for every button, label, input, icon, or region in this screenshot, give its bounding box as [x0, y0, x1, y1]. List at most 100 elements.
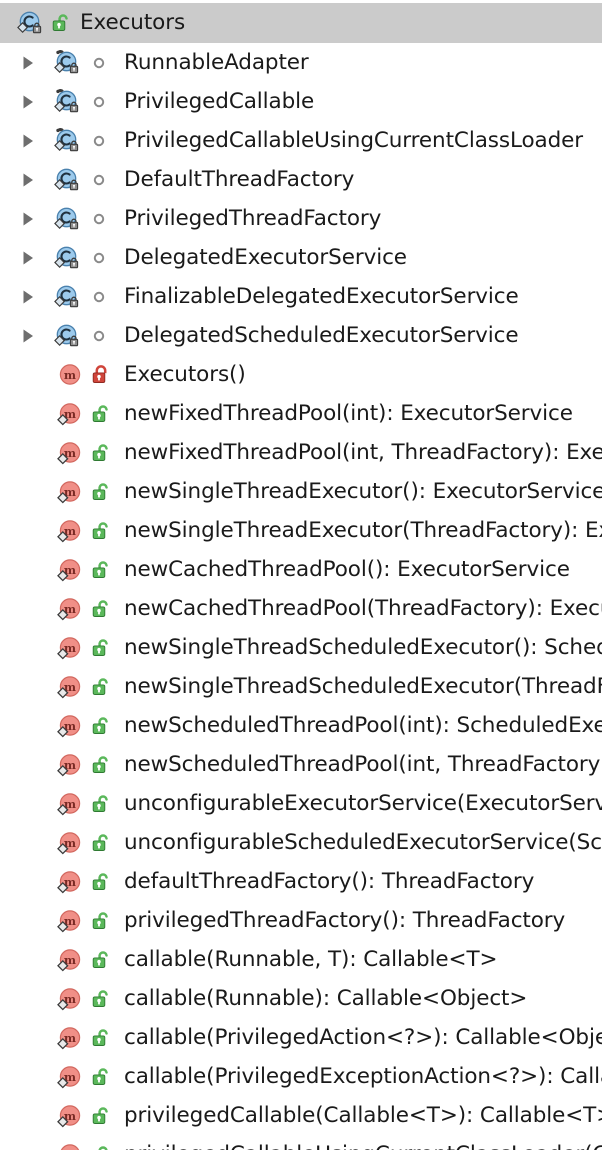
tree-row[interactable]: m callable(PrivilegedAction<?>): Callable… — [0, 1018, 602, 1057]
tree-row-label: defaultThreadFactory(): ThreadFactory — [124, 868, 535, 894]
class-icon — [53, 166, 81, 194]
unlocked-green-icon — [90, 1144, 112, 1150]
tree-row-header-executors[interactable]: Executors — [0, 3, 602, 43]
unlocked-green-icon — [90, 559, 112, 581]
method-icon: m — [56, 673, 84, 701]
method-icon: m — [56, 595, 84, 623]
method-icon: m — [56, 556, 84, 584]
tree-row[interactable]: RunnableAdapter — [0, 43, 602, 82]
unlocked-green-icon — [90, 1066, 112, 1088]
class-icon — [53, 205, 81, 233]
static-circle-icon — [92, 251, 106, 265]
expand-triangle-icon[interactable] — [19, 210, 37, 228]
unlocked-green-icon — [90, 1105, 112, 1127]
tree-row[interactable]: m newSingleThreadExecutor(): ExecutorServ… — [0, 472, 602, 511]
tree-row-label: DelegatedExecutorService — [124, 244, 407, 270]
method-icon: m — [56, 361, 84, 389]
expand-triangle-icon[interactable] — [19, 171, 37, 189]
tree-row[interactable]: DefaultThreadFactory — [0, 160, 602, 199]
tree-row-label: RunnableAdapter — [124, 49, 309, 75]
tree-row[interactable]: FinalizableDelegatedExecutorService — [0, 277, 602, 316]
tree-row[interactable]: m defaultThreadFactory(): ThreadFactory — [0, 862, 602, 901]
tree-row[interactable]: m callable(Runnable, T): Callable<T> — [0, 940, 602, 979]
method-icon: m — [56, 907, 84, 935]
tree-row-label: newScheduledThreadPool(int): ScheduledEx… — [124, 712, 602, 738]
unlocked-green-icon — [90, 910, 112, 932]
expand-triangle-icon[interactable] — [19, 54, 37, 72]
unlocked-green-icon — [90, 832, 112, 854]
method-icon: m — [56, 946, 84, 974]
method-icon: m — [56, 478, 84, 506]
static-circle-icon — [92, 173, 106, 187]
tree-row-label: callable(PrivilegedAction<?>): Callable<… — [124, 1024, 602, 1050]
tree-row-label: Executors — [80, 10, 186, 36]
unlocked-green-icon — [90, 988, 112, 1010]
tree-row[interactable]: m callable(PrivilegedExceptionAction<?>):… — [0, 1057, 602, 1096]
tree-row-label: callable(Runnable, T): Callable<T> — [124, 946, 498, 972]
tree-row-label: callable(Runnable): Callable<Object> — [124, 985, 528, 1011]
method-icon: m — [56, 517, 84, 545]
tree-row[interactable]: m newSingleThreadExecutor(ThreadFactory):… — [0, 511, 602, 550]
method-icon: m — [56, 712, 84, 740]
tree-row[interactable]: m privilegedCallableUsingCurrentClassLoad… — [0, 1135, 602, 1150]
static-circle-icon — [92, 56, 106, 70]
tree-row-label: DelegatedScheduledExecutorService — [124, 322, 519, 348]
tree-row[interactable]: PrivilegedCallable — [0, 82, 602, 121]
class-icon — [53, 88, 81, 116]
tree-row[interactable]: m unconfigurableExecutorService(ExecutorS… — [0, 784, 602, 823]
tree-row-label: newSingleThreadScheduledExecutor(ThreadF… — [124, 673, 602, 699]
unlocked-green-icon — [90, 481, 112, 503]
tree-row-label: privilegedThreadFactory(): ThreadFactory — [124, 907, 566, 933]
method-icon: m — [56, 868, 84, 896]
unlocked-green-icon — [90, 1027, 112, 1049]
tree-row[interactable]: m newScheduledThreadPool(int, ThreadFacto… — [0, 745, 602, 784]
class-icon — [53, 127, 81, 155]
tree-row[interactable]: DelegatedScheduledExecutorService — [0, 316, 602, 355]
tree-row-label: newCachedThreadPool(ThreadFactory): Exec… — [124, 595, 602, 621]
tree-row[interactable]: DelegatedExecutorService — [0, 238, 602, 277]
tree-row[interactable]: m newScheduledThreadPool(int): ScheduledE… — [0, 706, 602, 745]
unlocked-green-icon — [90, 715, 112, 737]
unlocked-green-icon — [90, 871, 112, 893]
expand-triangle-icon[interactable] — [19, 249, 37, 267]
tree-row-label: newFixedThreadPool(int): ExecutorService — [124, 400, 573, 426]
tree-row[interactable]: m newCachedThreadPool(): ExecutorService — [0, 550, 602, 589]
unlocked-green-icon — [90, 403, 112, 425]
tree-row[interactable]: m callable(Runnable): Callable<Object> — [0, 979, 602, 1018]
unlocked-green-icon — [90, 949, 112, 971]
tree-row-label: newCachedThreadPool(): ExecutorService — [124, 556, 570, 582]
tree-row[interactable]: m Executors() — [0, 355, 602, 394]
method-icon: m — [56, 985, 84, 1013]
expand-triangle-icon[interactable] — [19, 132, 37, 150]
expand-triangle-icon[interactable] — [19, 327, 37, 345]
tree-row[interactable]: m newSingleThreadScheduledExecutor(Thread… — [0, 667, 602, 706]
tree-row-label: newSingleThreadExecutor(ThreadFactory): … — [124, 517, 602, 543]
class-icon — [53, 49, 81, 77]
tree-row-label: unconfigurableExecutorService(ExecutorSe… — [124, 790, 602, 816]
tree-row-label: PrivilegedCallableUsingCurrentClassLoade… — [124, 127, 584, 153]
tree-row-label: newFixedThreadPool(int, ThreadFactory): … — [124, 439, 602, 465]
expand-triangle-icon[interactable] — [19, 93, 37, 111]
tree-row-label: callable(PrivilegedExceptionAction<?>): … — [124, 1063, 602, 1089]
tree-row[interactable]: m newSingleThreadScheduledExecutor(): Sch… — [0, 628, 602, 667]
tree-row[interactable]: m unconfigurableScheduledExecutorService(… — [0, 823, 602, 862]
tree-row-label: newSingleThreadScheduledExecutor(): Sche… — [124, 634, 602, 660]
tree-row[interactable]: m newFixedThreadPool(int): ExecutorServic… — [0, 394, 602, 433]
tree-row[interactable]: m newCachedThreadPool(ThreadFactory): Exe… — [0, 589, 602, 628]
tree-row[interactable]: m privilegedCallable(Callable<T>): Callab… — [0, 1096, 602, 1135]
tree-row-label: newScheduledThreadPool(int, ThreadFactor… — [124, 751, 602, 777]
method-icon: m — [56, 1024, 84, 1052]
class-icon — [16, 9, 44, 37]
tree-row[interactable]: m newFixedThreadPool(int, ThreadFactory):… — [0, 433, 602, 472]
unlocked-green-icon — [90, 598, 112, 620]
tree-row-label: Executors() — [124, 361, 246, 387]
tree-row[interactable]: m privilegedThreadFactory(): ThreadFactor… — [0, 901, 602, 940]
expand-triangle-icon[interactable] — [19, 288, 37, 306]
tree-row[interactable]: PrivilegedCallableUsingCurrentClassLoade… — [0, 121, 602, 160]
static-circle-icon — [92, 329, 106, 343]
class-icon — [53, 244, 81, 272]
unlocked-green-icon — [90, 676, 112, 698]
tree-row[interactable]: PrivilegedThreadFactory — [0, 199, 602, 238]
structure-tree-panel[interactable]: Executors RunnableAdapter PrivilegedCallab… — [0, 0, 602, 1150]
static-circle-icon — [92, 212, 106, 226]
